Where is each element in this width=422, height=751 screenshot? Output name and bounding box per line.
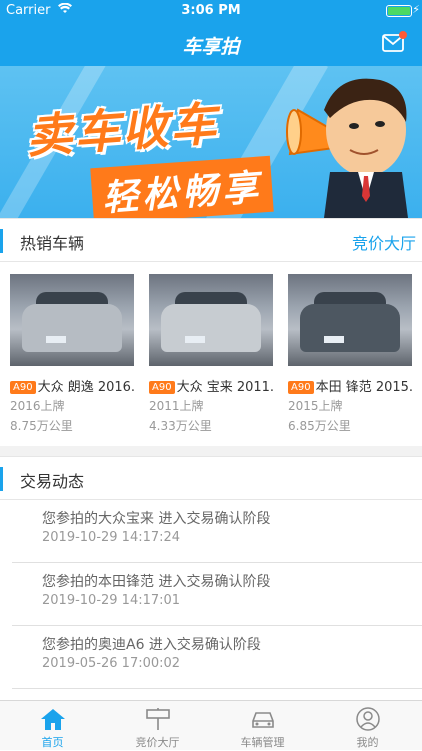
auction-sign-icon bbox=[145, 708, 170, 730]
tab-home[interactable]: 首页 bbox=[0, 701, 105, 751]
promo-banner[interactable]: 卖车收车 轻松畅享 bbox=[0, 66, 422, 218]
car-card[interactable]: A90 大众 朗逸 2016... 2016上牌 8.75万公里 bbox=[10, 274, 134, 434]
home-icon bbox=[40, 709, 65, 730]
feed-text: 您参拍的奥迪A6 进入交易确认阶段 bbox=[42, 637, 261, 653]
car-name: 本田 锋范 2015... bbox=[315, 380, 412, 394]
tab-label: 我的 bbox=[356, 736, 379, 749]
grade-badge: A90 bbox=[288, 381, 314, 394]
notification-dot bbox=[399, 31, 407, 39]
car-mileage: 4.33万公里 bbox=[149, 419, 212, 433]
user-icon bbox=[355, 707, 380, 731]
tab-vehicle-management[interactable]: 车辆管理 bbox=[210, 701, 315, 751]
banner-subline: 轻松畅享 bbox=[90, 155, 274, 218]
charging-icon: ⚡ bbox=[412, 3, 420, 16]
hot-cars-carousel[interactable]: A90 大众 朗逸 2016... 2016上牌 8.75万公里 A90 大众 宝来… bbox=[0, 262, 422, 446]
car-photo bbox=[288, 274, 412, 366]
car-icon bbox=[251, 712, 274, 728]
battery-icon bbox=[386, 5, 412, 17]
car-card[interactable]: A90 大众 宝来 2011... 2011上牌 4.33万公里 bbox=[149, 274, 273, 434]
clock: 3:06 PM bbox=[181, 3, 241, 18]
car-registered: 2016上牌 bbox=[10, 399, 65, 413]
car-mileage: 6.85万公里 bbox=[288, 419, 351, 433]
page-title: 车享拍 bbox=[182, 36, 240, 58]
car-name: 大众 宝来 2011... bbox=[176, 380, 273, 394]
feed-time: 2019-10-29 14:17:24 bbox=[42, 530, 181, 545]
list-item[interactable]: 您参拍的奥迪A6 进入交易确认阶段 2019-05-26 17:00:02 bbox=[12, 626, 422, 689]
tab-auction-hall[interactable]: 竞价大厅 bbox=[105, 701, 210, 751]
feed-text: 您参拍的大众宝来 进入交易确认阶段 bbox=[42, 511, 271, 527]
car-mileage: 8.75万公里 bbox=[10, 419, 73, 433]
grade-badge: A90 bbox=[149, 381, 175, 394]
car-registered: 2015上牌 bbox=[288, 399, 343, 413]
tab-mine[interactable]: 我的 bbox=[315, 701, 420, 751]
nav-bar: 车享拍 bbox=[0, 22, 422, 66]
feed-text: 您参拍的本田锋范 进入交易确认阶段 bbox=[42, 574, 271, 590]
list-item[interactable]: 您参拍的大众宝来 进入交易确认阶段 2019-10-29 14:17:24 bbox=[12, 500, 422, 563]
tab-bar: 首页 竞价大厅 车辆管理 我的 bbox=[0, 700, 422, 750]
trade-section-title: 交易动态 bbox=[20, 472, 85, 491]
trade-section-header: 交易动态 bbox=[0, 456, 422, 500]
section-marker bbox=[0, 467, 3, 491]
car-registered: 2011上牌 bbox=[149, 399, 204, 413]
section-marker bbox=[0, 229, 3, 253]
car-name: 大众 朗逸 2016... bbox=[37, 380, 134, 394]
mail-icon[interactable] bbox=[382, 31, 407, 52]
feed-time: 2019-10-29 14:17:01 bbox=[42, 593, 181, 608]
mascot-megaphone-illustration bbox=[286, 78, 408, 218]
car-photo bbox=[10, 274, 134, 366]
tab-label: 车辆管理 bbox=[240, 736, 285, 749]
car-photo bbox=[149, 274, 273, 366]
list-item[interactable]: 您参拍的本田锋范 进入交易确认阶段 2019-10-29 14:17:01 bbox=[12, 563, 422, 626]
tab-label: 首页 bbox=[41, 736, 64, 749]
hot-section-title: 热销车辆 bbox=[20, 234, 85, 253]
status-bar: Carrier 3:06 PM ⚡ bbox=[0, 0, 422, 22]
section-divider bbox=[0, 446, 422, 456]
car-card[interactable]: A90 本田 锋范 2015... 2015上牌 6.85万公里 bbox=[288, 274, 412, 434]
grade-badge: A90 bbox=[10, 381, 36, 394]
feed-time: 2019-05-26 17:00:02 bbox=[42, 656, 181, 671]
trade-feed: 您参拍的大众宝来 进入交易确认阶段 2019-10-29 14:17:24 您参… bbox=[0, 500, 422, 689]
hot-section-header: 热销车辆 竞价大厅 bbox=[0, 218, 422, 262]
banner-headline: 卖车收车 bbox=[24, 96, 220, 164]
tab-label: 竞价大厅 bbox=[135, 736, 180, 749]
auction-hall-link[interactable]: 竞价大厅 bbox=[352, 230, 416, 254]
